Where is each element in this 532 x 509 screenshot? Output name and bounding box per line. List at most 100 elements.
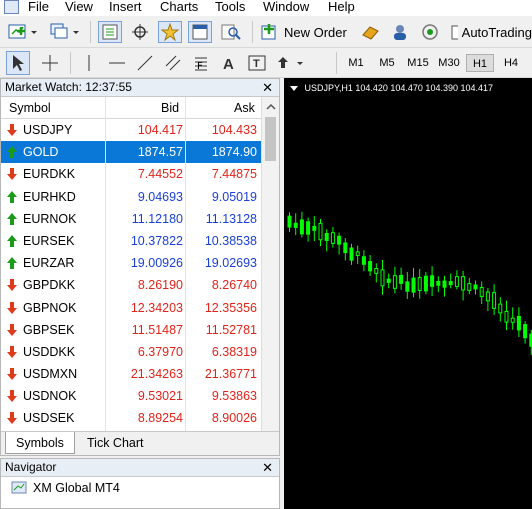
close-icon[interactable]: ✕ (262, 79, 273, 96)
menu-tools[interactable]: Tools (215, 0, 245, 13)
strategy-tester-button[interactable] (218, 21, 244, 43)
new-order-icon (261, 24, 276, 40)
timeframe-m1[interactable]: M1 (342, 54, 370, 72)
market-watch-row[interactable]: GBPNOK 12.34203 12.35356 (1, 297, 261, 319)
close-icon[interactable]: ✕ (262, 459, 273, 476)
line-studies-toolbar: F A T M1 M5 M15 M30 H1 H4 (0, 48, 532, 78)
candle-body (318, 222, 323, 241)
arrows-icon (278, 57, 303, 68)
column-ask[interactable]: Ask (234, 101, 255, 115)
row-ask: 9.53863 (211, 389, 257, 404)
market-watch-row[interactable]: EURZAR 19.00926 19.02693 (1, 252, 261, 274)
candle-body (337, 235, 342, 245)
column-bid[interactable]: Bid (161, 101, 179, 115)
arrow-down-icon (7, 323, 17, 336)
column-divider (185, 119, 186, 431)
menu-help[interactable]: Help (328, 0, 355, 13)
timeframe-m30[interactable]: M30 (435, 54, 463, 72)
app-icon[interactable] (4, 0, 19, 14)
timeframe-h1[interactable]: H1 (466, 54, 494, 72)
text-label-tool[interactable]: T (246, 51, 268, 75)
navigator-root-item[interactable]: XM Global MT4 (11, 481, 120, 495)
market-watch-row[interactable]: GBPSEK 11.51487 11.52781 (1, 319, 261, 341)
row-symbol: USDJPY (23, 123, 73, 137)
column-divider (105, 97, 106, 119)
market-watch-row[interactable]: EURHKD 9.04693 9.05019 (1, 186, 261, 208)
row-bid: 9.04693 (137, 189, 183, 204)
row-symbol: EURSEK (23, 233, 75, 248)
row-bid: 7.44552 (137, 167, 183, 182)
svg-text:F: F (197, 61, 203, 72)
column-symbol[interactable]: Symbol (9, 101, 51, 115)
market-watch-row[interactable]: EURNOK 11.12180 11.13128 (1, 208, 261, 230)
market-watch-row[interactable]: USDSEK 8.89254 8.90026 (1, 407, 261, 429)
menu-charts[interactable]: Charts (160, 0, 198, 13)
market-watch-row[interactable]: USDJPY 104.417 104.433 (1, 119, 261, 141)
menu-file[interactable]: File (28, 0, 49, 13)
new-chart-icon (8, 24, 37, 39)
market-watch-toggle[interactable] (98, 21, 122, 43)
candle-body (448, 281, 453, 286)
market-watch-row[interactable]: USDDKK 6.37970 6.38319 (1, 341, 261, 363)
market-watch-row[interactable]: USDNOK 9.53021 9.53863 (1, 385, 261, 407)
autotrading-button[interactable]: AutoTrading (450, 21, 532, 43)
tab-tick-chart[interactable]: Tick Chart (77, 432, 154, 454)
new-order-button[interactable]: New Order (260, 21, 352, 43)
navigator-title: Navigator (5, 460, 57, 474)
fibonacci-icon: F (195, 57, 207, 72)
menu-insert[interactable]: Insert (109, 0, 142, 13)
timeframe-m15[interactable]: M15 (404, 54, 432, 72)
text-tool[interactable]: A (218, 51, 240, 75)
row-ask: 10.38538 (204, 233, 257, 248)
market-watch-row[interactable]: EURDKK 7.44552 7.44875 (1, 163, 261, 185)
navigator-toggle[interactable] (158, 21, 182, 43)
market-watch-row[interactable]: USDMXN 21.34263 21.36771 (1, 363, 261, 385)
candle-body (461, 276, 466, 291)
arrow-down-icon (7, 368, 17, 381)
candle-body (349, 247, 354, 261)
menu-view[interactable]: View (65, 0, 93, 13)
data-window-button[interactable] (128, 21, 152, 43)
market-watch-scrollbar[interactable] (261, 97, 279, 437)
profiles-button[interactable] (48, 22, 82, 42)
candle-body (523, 324, 528, 339)
arrows-tool[interactable] (274, 51, 310, 75)
cursor-tool[interactable] (6, 51, 30, 75)
radar-icon (422, 24, 438, 40)
scrollbar-thumb[interactable] (265, 117, 276, 161)
menu-window[interactable]: Window (263, 0, 309, 13)
cursor-arrow-icon (13, 55, 24, 71)
market-watch-row[interactable]: GBPDKK 8.26190 8.26740 (1, 274, 261, 296)
options-button[interactable] (418, 21, 442, 43)
chart-window[interactable]: USDJPY,H1 104.420 104.470 104.390 104.41… (284, 78, 532, 509)
equidistant-channel-tool[interactable] (162, 51, 184, 75)
row-ask: 19.02693 (204, 256, 257, 271)
toolbar-separator (90, 21, 91, 43)
arrow-down-icon (7, 279, 17, 292)
vertical-line-tool[interactable] (78, 51, 100, 75)
new-chart-button[interactable] (6, 22, 40, 42)
market-watch-row[interactable]: EURSEK 10.37822 10.38538 (1, 230, 261, 252)
chart-symbol-info: USDJPY,H1 104.420 104.470 104.390 104.41… (304, 83, 494, 93)
tab-symbols[interactable]: Symbols (5, 432, 75, 454)
arrow-up-icon (7, 257, 17, 270)
magnifier-icon (221, 24, 241, 40)
terminal-toggle[interactable] (188, 21, 212, 43)
timeframe-h4[interactable]: H4 (497, 54, 525, 72)
fibonacci-tool[interactable]: F (190, 51, 212, 75)
arrow-down-icon (7, 345, 17, 358)
crosshair-tool[interactable] (38, 51, 62, 75)
market-watch-row[interactable]: GOLD 1874.57 1874.90 (1, 141, 261, 164)
candle-body (324, 233, 329, 241)
scroll-up-icon[interactable] (263, 99, 279, 115)
row-symbol: GBPDKK (23, 278, 76, 293)
broker-folder-icon (11, 481, 27, 494)
timeframe-m5[interactable]: M5 (373, 54, 401, 72)
horizontal-line-tool[interactable] (106, 51, 128, 75)
metaeditor-button[interactable] (358, 21, 382, 43)
signals-button[interactable] (388, 21, 412, 43)
row-ask: 1874.90 (211, 145, 257, 160)
trendline-tool[interactable] (134, 51, 156, 75)
row-bid: 10.37822 (130, 233, 183, 248)
row-ask: 12.35356 (204, 300, 257, 315)
